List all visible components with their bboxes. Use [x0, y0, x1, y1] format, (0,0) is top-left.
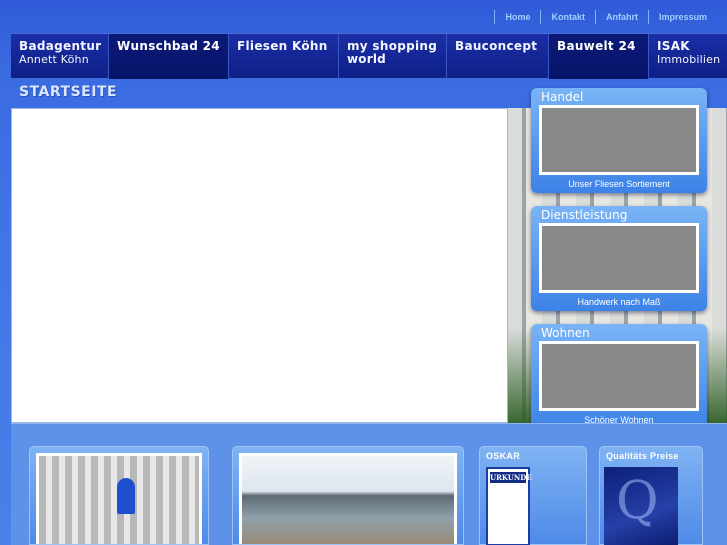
bottom-box-quality[interactable]: Qualitäts Preise Q: [599, 446, 703, 545]
nav-wunschbad[interactable]: Wunschbad 24: [109, 34, 229, 79]
bottom-box-building[interactable]: [232, 446, 464, 545]
crowd-image[interactable]: [36, 453, 202, 544]
tiling-work-image[interactable]: [539, 223, 699, 293]
bottom-box-oskar[interactable]: OSKAR URKUNDE: [479, 446, 587, 545]
nav-label: Fliesen Köhn: [237, 39, 328, 53]
nav-fliesen-koehn[interactable]: Fliesen Köhn: [229, 34, 339, 79]
nav-sublabel: world: [347, 52, 386, 66]
certificate-heading: URKUNDE: [490, 472, 532, 483]
bottom-box-people[interactable]: [29, 446, 209, 545]
card-wohnen[interactable]: Wohnen Schöner Wohnen: [531, 324, 707, 429]
card-title: Handel: [541, 90, 584, 104]
card-title: Dienstleistung: [541, 208, 628, 222]
nav-label: my shopping: [347, 39, 438, 53]
tiles-showroom-image[interactable]: [539, 105, 699, 175]
quality-award-image[interactable]: Q: [604, 467, 678, 545]
nav-label: Bauconcept: [455, 39, 538, 53]
q-logo-icon: Q: [616, 471, 659, 531]
quality-title: Qualitäts Preise: [606, 451, 679, 461]
card-dienstleistung[interactable]: Dienstleistung Handwerk nach Maß: [531, 206, 707, 311]
nav-isak[interactable]: ISAK Immobilien: [649, 34, 727, 79]
home-link[interactable]: Home: [494, 10, 540, 24]
oskar-title: OSKAR: [486, 451, 521, 461]
living-room-image[interactable]: [539, 341, 699, 411]
nav-bauwelt24[interactable]: Bauwelt 24: [549, 34, 649, 79]
impressum-link[interactable]: Impressum: [647, 10, 717, 24]
nav-my-shopping-world[interactable]: my shopping world: [339, 34, 447, 79]
card-caption[interactable]: Handwerk nach Maß: [531, 293, 707, 311]
nav-label: ISAK: [657, 39, 690, 53]
nav-label: Badagentur: [19, 39, 102, 53]
page-title: STARTSEITE: [19, 84, 118, 100]
nav-label: Wunschbad 24: [117, 39, 220, 53]
content-panel: [11, 108, 508, 423]
anfahrt-link[interactable]: Anfahrt: [594, 10, 648, 24]
nav-sublabel: Annett Köhn: [19, 53, 89, 66]
nav-bauconcept[interactable]: Bauconcept: [447, 34, 549, 79]
card-title: Wohnen: [541, 326, 590, 340]
nav-label: Bauwelt 24: [557, 39, 636, 53]
main-nav: Badagentur Annett Köhn Wunschbad 24 Flie…: [11, 33, 727, 79]
nav-sublabel: Immobilien: [657, 53, 721, 66]
standout-figure: [117, 478, 135, 514]
nav-badagentur[interactable]: Badagentur Annett Köhn: [11, 34, 109, 79]
kontakt-link[interactable]: Kontakt: [540, 10, 595, 24]
card-handel[interactable]: Handel Unser Fliesen Sortiement: [531, 88, 707, 193]
construction-building-image[interactable]: [239, 453, 457, 544]
certificate-image[interactable]: URKUNDE: [486, 467, 532, 545]
card-caption[interactable]: Unser Fliesen Sortiement: [531, 175, 707, 193]
top-links: Home Kontakt Anfahrt Impressum: [494, 10, 717, 24]
